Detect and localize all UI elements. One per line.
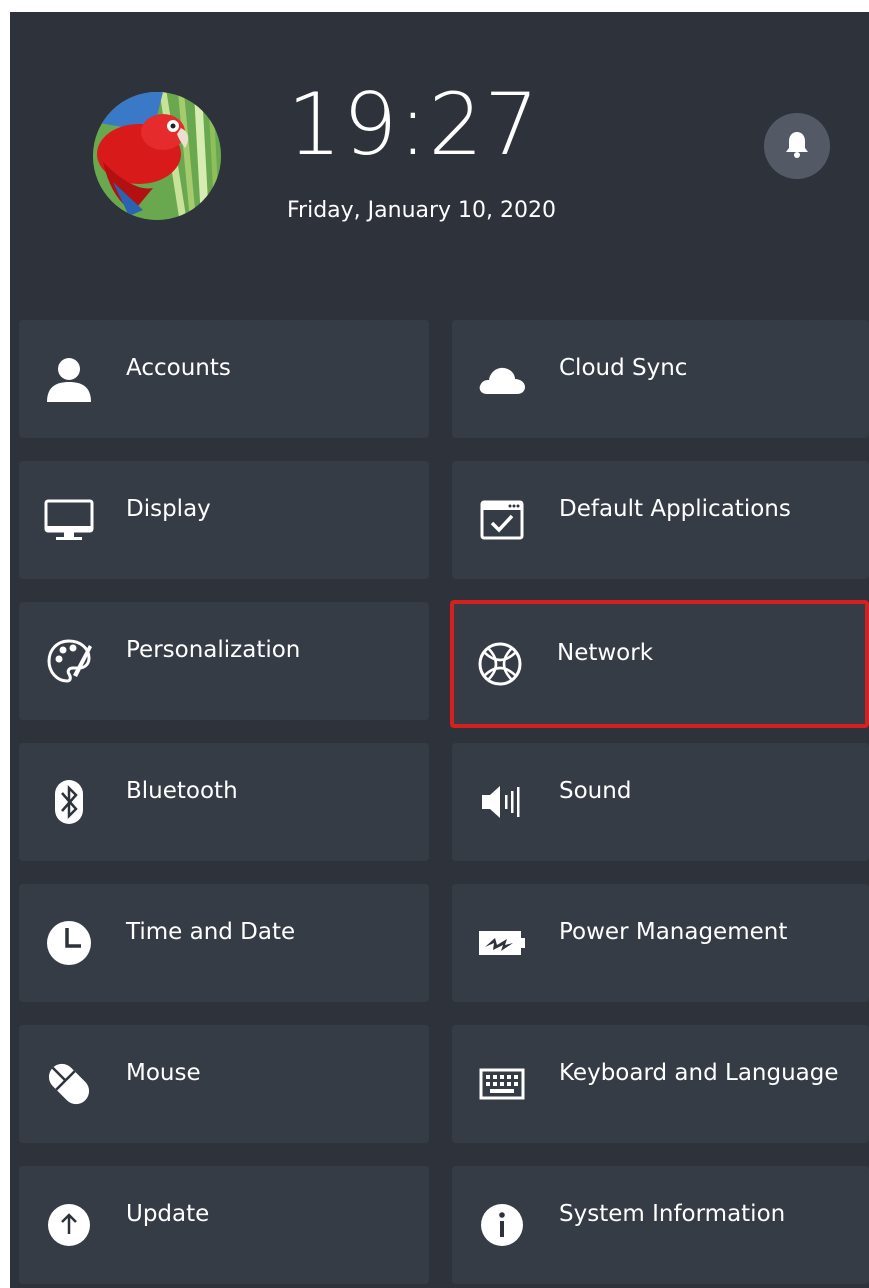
update-arrow-icon bbox=[43, 1199, 95, 1251]
setting-label: Personalization bbox=[126, 637, 301, 663]
setting-system-information[interactable]: System Information bbox=[452, 1166, 869, 1284]
setting-default-applications[interactable]: Default Applications bbox=[452, 461, 869, 579]
globe-icon bbox=[474, 638, 526, 690]
setting-network[interactable]: Network bbox=[450, 600, 869, 728]
keyboard-icon bbox=[476, 1058, 528, 1110]
info-icon bbox=[476, 1199, 528, 1251]
setting-personalization[interactable]: Personalization bbox=[19, 602, 429, 720]
setting-update[interactable]: Update bbox=[19, 1166, 429, 1284]
setting-label: Default Applications bbox=[559, 496, 791, 522]
setting-label: Bluetooth bbox=[126, 778, 238, 804]
setting-accounts[interactable]: Accounts bbox=[19, 320, 429, 438]
mouse-icon bbox=[43, 1058, 95, 1110]
setting-label: Update bbox=[126, 1201, 210, 1227]
setting-mouse[interactable]: Mouse bbox=[19, 1025, 429, 1143]
clock-icon bbox=[43, 917, 95, 969]
setting-label: Power Management bbox=[559, 919, 788, 945]
default-apps-icon bbox=[476, 494, 528, 546]
clock-time: 19:27 bbox=[287, 75, 540, 175]
bluetooth-icon bbox=[43, 776, 95, 828]
setting-keyboard-and-language[interactable]: Keyboard and Language bbox=[452, 1025, 869, 1143]
setting-label: Display bbox=[126, 496, 211, 522]
monitor-icon bbox=[43, 494, 95, 546]
speaker-icon bbox=[476, 776, 528, 828]
setting-power-management[interactable]: Power Management bbox=[452, 884, 869, 1002]
setting-label: Time and Date bbox=[126, 919, 296, 945]
setting-display[interactable]: Display bbox=[19, 461, 429, 579]
setting-label: Cloud Sync bbox=[559, 355, 688, 381]
setting-bluetooth[interactable]: Bluetooth bbox=[19, 743, 429, 861]
setting-label: Network bbox=[557, 640, 654, 666]
setting-sound[interactable]: Sound bbox=[452, 743, 869, 861]
clock-date: Friday, January 10, 2020 bbox=[287, 198, 557, 223]
header: 19:27 Friday, January 10, 2020 bbox=[10, 12, 869, 312]
battery-icon bbox=[476, 917, 528, 969]
setting-label: Sound bbox=[559, 778, 632, 804]
setting-label: Keyboard and Language bbox=[559, 1060, 839, 1086]
avatar[interactable] bbox=[93, 92, 221, 220]
setting-cloud-sync[interactable]: Cloud Sync bbox=[452, 320, 869, 438]
setting-label: Accounts bbox=[126, 355, 231, 381]
setting-time-and-date[interactable]: Time and Date bbox=[19, 884, 429, 1002]
user-icon bbox=[43, 353, 95, 405]
bell-icon bbox=[784, 130, 810, 162]
notification-button[interactable] bbox=[764, 113, 830, 179]
setting-label: Mouse bbox=[126, 1060, 201, 1086]
cloud-icon bbox=[476, 353, 528, 405]
control-center-panel: 19:27 Friday, January 10, 2020 Accounts bbox=[10, 12, 869, 1288]
palette-icon bbox=[43, 635, 95, 687]
setting-label: System Information bbox=[559, 1201, 786, 1227]
